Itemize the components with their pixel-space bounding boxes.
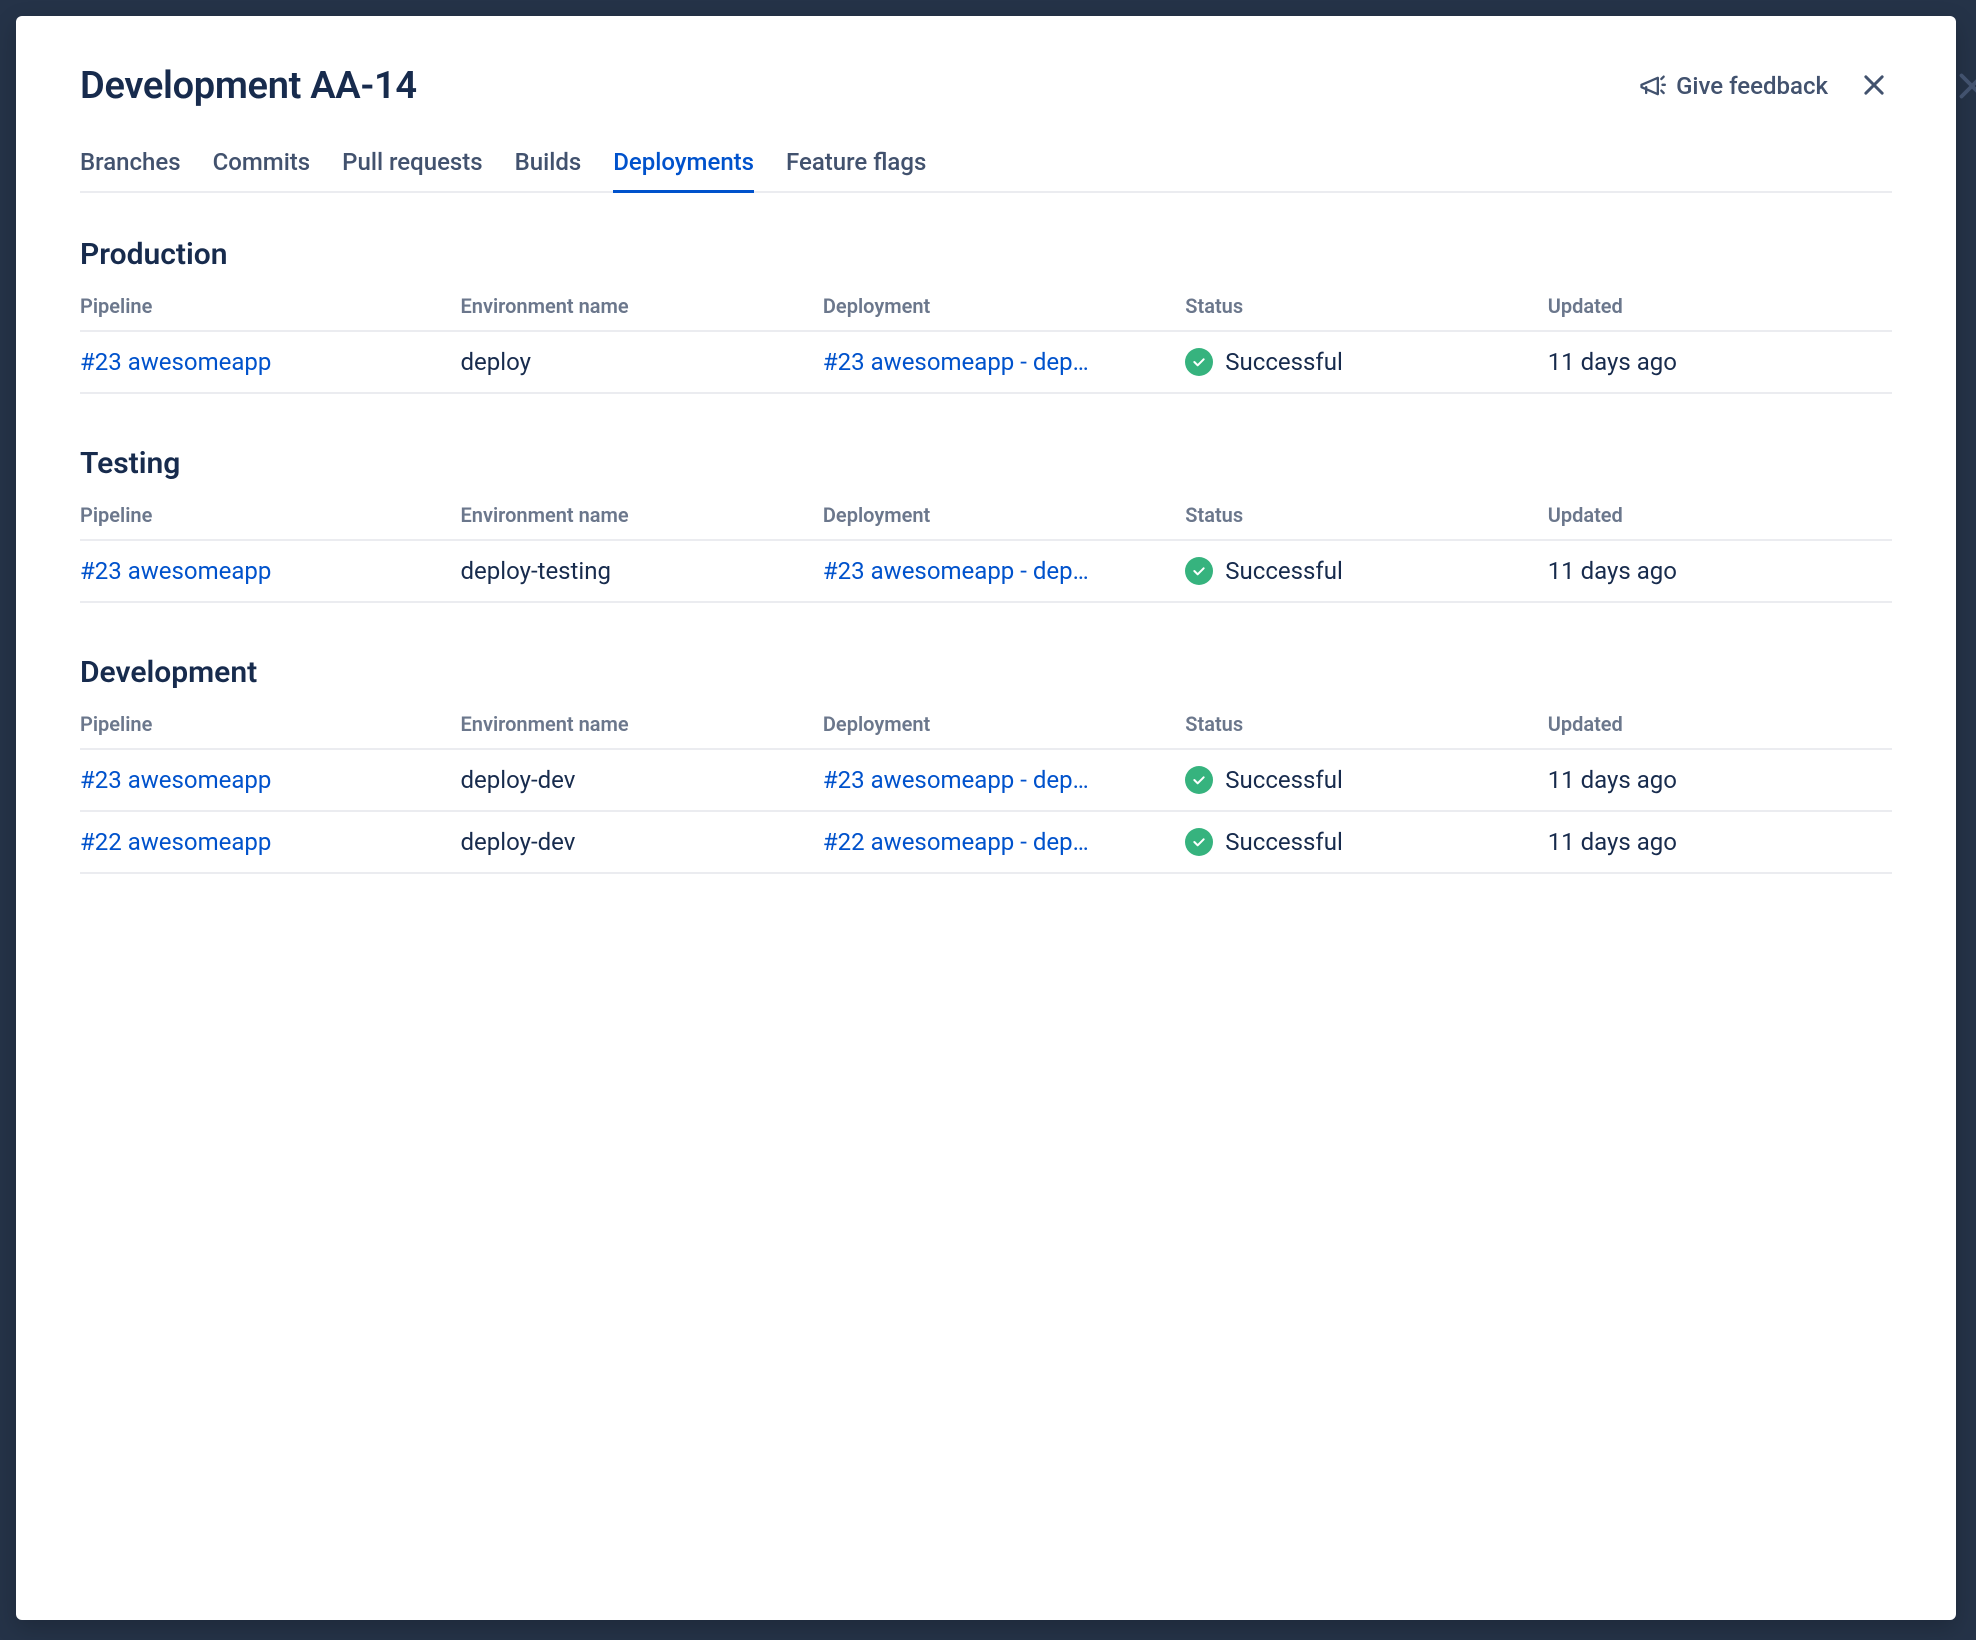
table-row: #23 awesomeapp deploy-dev #23 awesomeapp… [80,749,1892,811]
updated-cell: 11 days ago [1548,811,1892,873]
pipeline-link[interactable]: #23 awesomeapp [80,348,271,376]
updated-cell: 11 days ago [1548,540,1892,602]
col-header-status: Status [1185,493,1547,540]
tab-deployments[interactable]: Deployments [613,148,754,193]
dev-panel-tabs: Branches Commits Pull requests Builds De… [80,148,1892,193]
status-cell: Successful [1185,766,1539,794]
deployments-table: Pipeline Environment name Deployment Sta… [80,284,1892,394]
section-production: Production Pipeline Environment name Dep… [80,237,1892,394]
close-icon [1860,71,1888,102]
development-modal: Development AA-14 Give feedback [16,16,1956,1620]
col-header-pipeline: Pipeline [80,493,461,540]
table-row: #22 awesomeapp deploy-dev #22 awesomeapp… [80,811,1892,873]
environment-cell: deploy-testing [461,540,823,602]
give-feedback-label: Give feedback [1676,72,1828,100]
col-header-pipeline: Pipeline [80,702,461,749]
deployment-link[interactable]: #23 awesomeapp - dep… [823,766,1089,794]
col-header-status: Status [1185,284,1547,331]
col-header-deployment: Deployment [823,493,1185,540]
tab-branches[interactable]: Branches [80,148,181,193]
deployment-link[interactable]: #22 awesomeapp - dep… [823,828,1089,856]
backdrop-close-icon[interactable] [1954,68,1976,104]
col-header-updated: Updated [1548,493,1892,540]
tab-commits[interactable]: Commits [213,148,311,193]
success-icon [1185,828,1213,856]
status-text: Successful [1225,766,1343,794]
table-header-row: Pipeline Environment name Deployment Sta… [80,493,1892,540]
deployments-table: Pipeline Environment name Deployment Sta… [80,493,1892,603]
tab-builds[interactable]: Builds [515,148,582,193]
updated-cell: 11 days ago [1548,749,1892,811]
environment-cell: deploy-dev [461,749,823,811]
pipeline-link[interactable]: #23 awesomeapp [80,766,271,794]
col-header-deployment: Deployment [823,702,1185,749]
status-text: Successful [1225,348,1343,376]
deployment-link[interactable]: #23 awesomeapp - dep… [823,348,1089,376]
section-testing: Testing Pipeline Environment name Deploy… [80,446,1892,603]
col-header-pipeline: Pipeline [80,284,461,331]
tab-feature-flags[interactable]: Feature flags [786,148,926,193]
success-icon [1185,557,1213,585]
table-row: #23 awesomeapp deploy-testing #23 awesom… [80,540,1892,602]
status-text: Successful [1225,557,1343,585]
col-header-environment: Environment name [461,284,823,331]
section-development: Development Pipeline Environment name De… [80,655,1892,874]
col-header-status: Status [1185,702,1547,749]
status-cell: Successful [1185,348,1539,376]
col-header-deployment: Deployment [823,284,1185,331]
status-text: Successful [1225,828,1343,856]
give-feedback-link[interactable]: Give feedback [1638,72,1828,100]
header-actions: Give feedback [1638,67,1892,106]
environment-cell: deploy-dev [461,811,823,873]
pipeline-link[interactable]: #22 awesomeapp [80,828,271,856]
modal-title: Development AA-14 [80,64,417,108]
success-icon [1185,766,1213,794]
section-title: Development [80,655,1892,690]
section-title: Testing [80,446,1892,481]
updated-cell: 11 days ago [1548,331,1892,393]
megaphone-icon [1638,72,1666,100]
col-header-environment: Environment name [461,493,823,540]
col-header-environment: Environment name [461,702,823,749]
table-header-row: Pipeline Environment name Deployment Sta… [80,284,1892,331]
tab-pull-requests[interactable]: Pull requests [342,148,482,193]
environment-cell: deploy [461,331,823,393]
close-modal-button[interactable] [1856,67,1892,106]
table-header-row: Pipeline Environment name Deployment Sta… [80,702,1892,749]
status-cell: Successful [1185,557,1539,585]
col-header-updated: Updated [1548,284,1892,331]
deployment-link[interactable]: #23 awesomeapp - dep… [823,557,1089,585]
deployments-table: Pipeline Environment name Deployment Sta… [80,702,1892,874]
section-title: Production [80,237,1892,272]
success-icon [1185,348,1213,376]
col-header-updated: Updated [1548,702,1892,749]
pipeline-link[interactable]: #23 awesomeapp [80,557,271,585]
table-row: #23 awesomeapp deploy #23 awesomeapp - d… [80,331,1892,393]
status-cell: Successful [1185,828,1539,856]
modal-header: Development AA-14 Give feedback [80,64,1892,108]
